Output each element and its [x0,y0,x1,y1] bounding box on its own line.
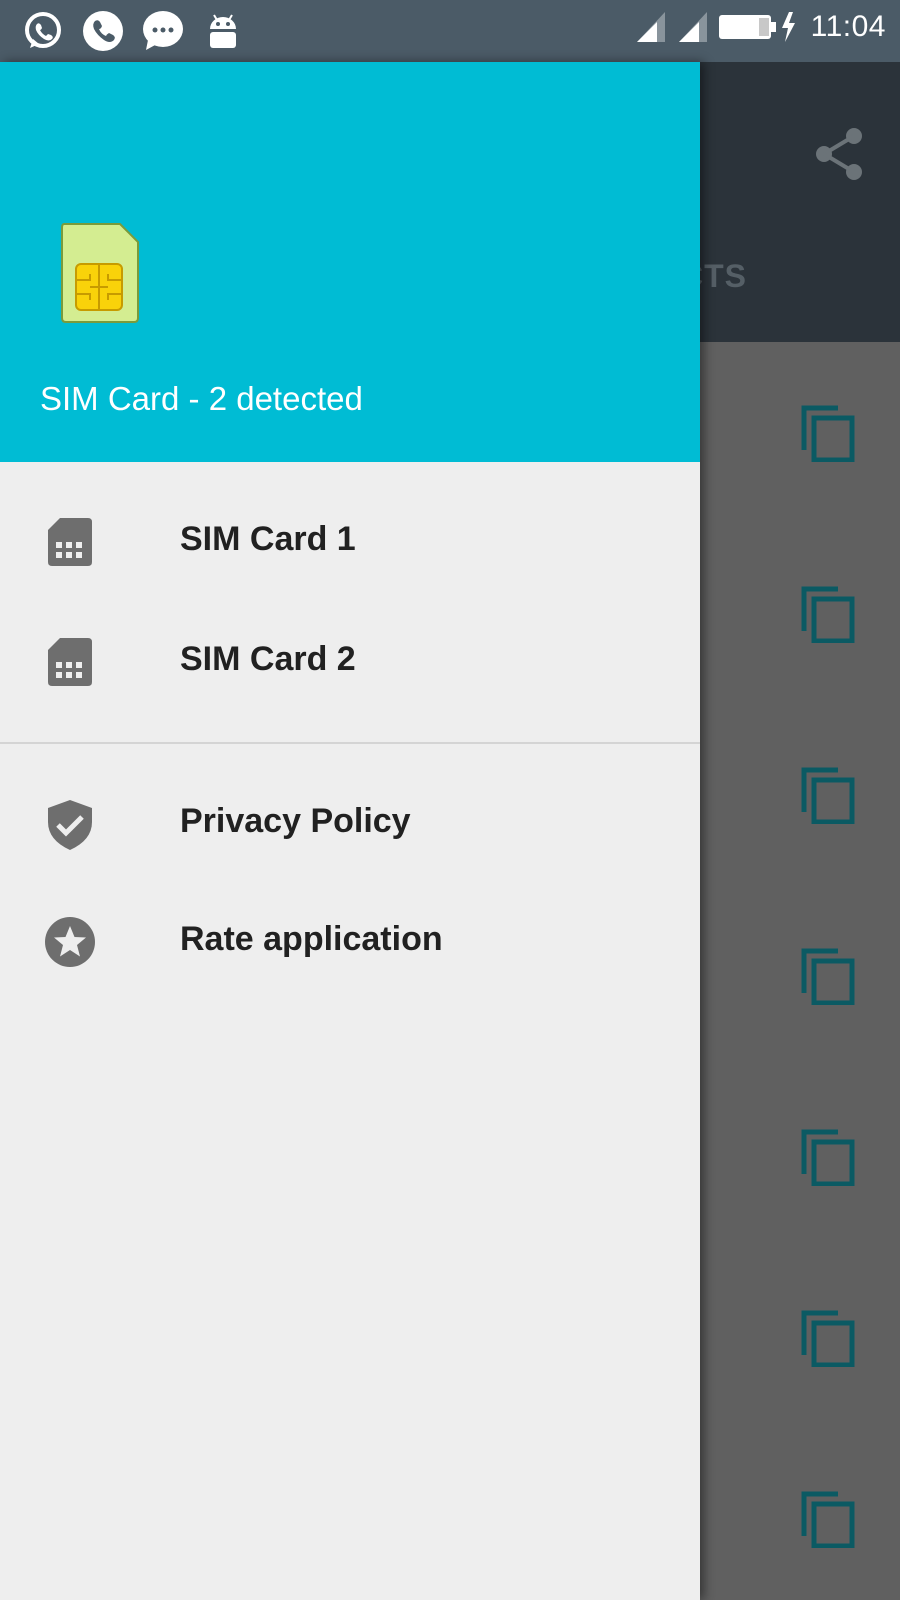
android-icon [210,14,236,48]
menu-item-label: SIM Card 2 [180,640,356,678]
sim-card-icon [48,518,92,566]
copy-icon[interactable] [800,585,856,643]
menu-item-privacy-policy[interactable]: Privacy Policy [0,764,700,884]
messages-icon [143,11,183,50]
copy-icon[interactable] [800,766,856,824]
battery-charging-icon [718,12,795,42]
share-icon[interactable] [812,124,866,184]
menu-item-sim-card-2[interactable]: SIM Card 2 [0,602,700,722]
menu-item-label: SIM Card 1 [180,520,356,558]
navigation-drawer: SIM Card - 2 detected SIM Card 1 SIM Car… [0,62,700,1600]
copy-icon[interactable] [800,1490,856,1548]
phone-icon [83,11,123,51]
sim-card-chip-icon [61,223,139,323]
copy-icon[interactable] [800,1128,856,1186]
menu-item-label: Rate application [180,920,443,958]
menu-item-sim-card-1[interactable]: SIM Card 1 [0,482,700,602]
shield-check-icon [48,800,92,850]
menu-item-label: Privacy Policy [180,802,411,840]
copy-icon[interactable] [800,404,856,462]
signal-icon [636,12,665,42]
drawer-header-title: SIM Card - 2 detected [40,380,363,417]
sim-card-icon [48,638,92,686]
copy-icon[interactable] [800,1309,856,1367]
status-bar: 11:04 [0,0,900,62]
menu-item-rate-application[interactable]: Rate application [0,882,700,1002]
clock-time: 11:04 [810,10,886,43]
drawer-header: SIM Card - 2 detected [0,62,700,462]
whatsapp-icon [25,12,61,48]
copy-icon[interactable] [800,947,856,1005]
star-circle-icon [45,917,95,967]
drawer-divider [0,742,700,744]
signal-icon [678,12,707,42]
